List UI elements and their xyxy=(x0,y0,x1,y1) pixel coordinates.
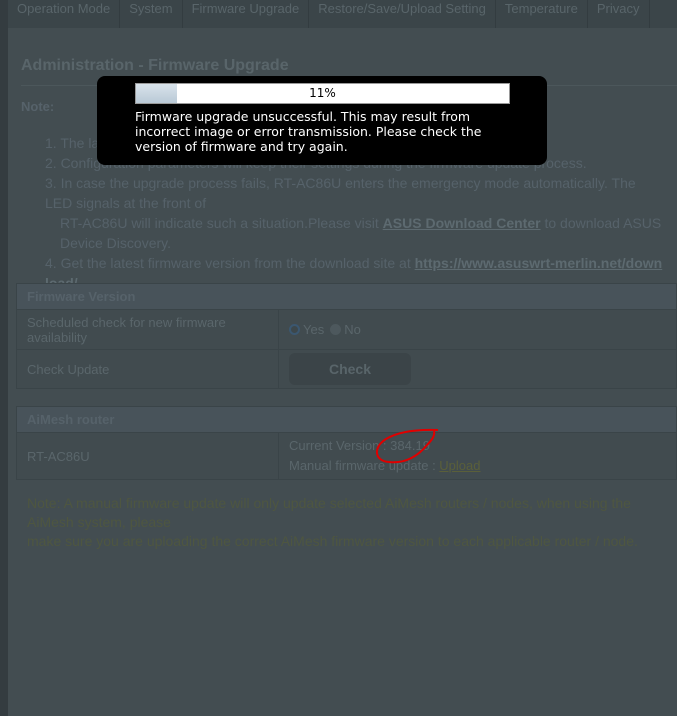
left-strip xyxy=(0,0,8,716)
note-text: 4. Get the latest firmware version from … xyxy=(45,255,415,271)
tab-temperature[interactable]: Temperature xyxy=(496,0,588,28)
radio-no-label: No xyxy=(344,322,361,337)
manual-update: Manual firmware update : Upload xyxy=(289,456,676,476)
radio-yes[interactable] xyxy=(289,324,300,335)
upgrade-status-dialog: 11% Firmware upgrade unsuccessful. This … xyxy=(97,76,547,165)
firmware-version-table: Firmware Version Scheduled check for new… xyxy=(16,283,677,389)
current-version: Current Version : 384.19 xyxy=(289,428,676,464)
table-header: AiMesh router xyxy=(17,407,676,433)
table-header: Firmware Version xyxy=(17,284,676,310)
table-row: Scheduled check for new firmware availab… xyxy=(17,310,676,350)
aimesh-footnote: Note: A manual firmware update will only… xyxy=(27,494,667,551)
progress-bar: 11% xyxy=(135,83,510,104)
table-row: Check Update Check xyxy=(17,350,676,388)
aimesh-router-table: AiMesh router RT-AC86U Current Version :… xyxy=(16,406,677,480)
asus-download-center-link[interactable]: ASUS Download Center xyxy=(383,215,541,231)
tab-system[interactable]: System xyxy=(120,0,183,28)
check-update-label: Check Update xyxy=(17,350,279,388)
check-button[interactable]: Check xyxy=(289,353,411,385)
tab-privacy[interactable]: Privacy xyxy=(588,0,650,28)
note-text: RT-AC86U will indicate such a situation.… xyxy=(60,215,383,231)
radio-yes-label: Yes xyxy=(303,322,325,337)
note-item: 3. In case the upgrade process fails, RT… xyxy=(45,175,636,211)
router-model: RT-AC86U xyxy=(17,433,279,479)
page-title: Administration - Firmware Upgrade xyxy=(21,57,289,74)
red-circle-annotation xyxy=(376,428,439,464)
note-label: Note: xyxy=(21,99,55,114)
progress-text: 11% xyxy=(309,86,336,100)
footnote-line: make sure you are uploading the correct … xyxy=(27,533,638,549)
tab-firmware-upgrade[interactable]: Firmware Upgrade xyxy=(183,0,310,28)
tab-restore-save-upload[interactable]: Restore/Save/Upload Setting xyxy=(309,0,496,28)
footnote-line: Note: A manual firmware update will only… xyxy=(27,495,631,530)
radio-no[interactable] xyxy=(330,324,342,335)
table-row: RT-AC86U Current Version : 384.19 Manual… xyxy=(17,428,676,479)
error-message: Firmware upgrade unsuccessful. This may … xyxy=(135,109,482,154)
note-item: RT-AC86U will indicate such a situation.… xyxy=(45,213,665,253)
tab-bar: Operation Mode System Firmware Upgrade R… xyxy=(8,0,677,28)
scheduled-check-label: Scheduled check for new firmware availab… xyxy=(17,310,279,349)
tab-operation-mode[interactable]: Operation Mode xyxy=(8,0,121,28)
